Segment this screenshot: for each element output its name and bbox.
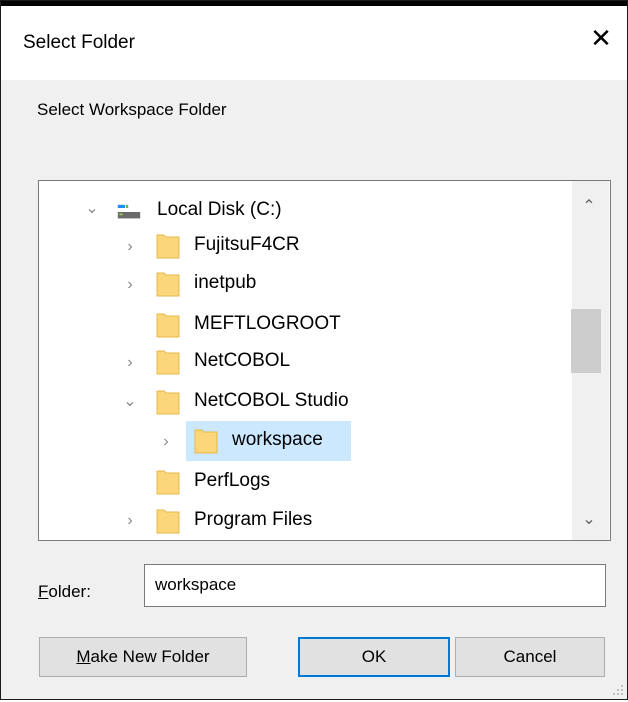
chevron-right-icon[interactable]: › — [123, 512, 137, 529]
folder-icon — [156, 349, 180, 375]
drive-icon — [117, 199, 147, 219]
folder-icon — [194, 428, 218, 454]
tree-item-label[interactable]: Program Files — [194, 509, 312, 531]
select-folder-dialog: Select Folder ✕ Select Workspace Folder … — [0, 0, 628, 700]
title-bar: Select Folder ✕ — [1, 6, 627, 80]
tree-item-label[interactable]: NetCOBOL — [194, 350, 290, 372]
chevron-right-icon[interactable]: › — [159, 433, 173, 450]
chevron-right-icon[interactable]: › — [123, 276, 137, 293]
folder-icon — [156, 271, 180, 297]
cancel-button[interactable]: Cancel — [455, 637, 605, 677]
chevron-right-icon[interactable]: › — [123, 238, 137, 255]
tree-root-label[interactable]: Local Disk (C:) — [157, 199, 282, 221]
tree-item-label[interactable]: FujitsuF4CR — [194, 234, 300, 256]
scroll-thumb[interactable] — [571, 309, 601, 373]
scroll-down-icon[interactable]: ⌄ — [575, 506, 603, 532]
chevron-down-icon[interactable]: ⌄ — [123, 393, 137, 410]
close-button[interactable]: ✕ — [579, 16, 623, 60]
tree-item-label[interactable]: NetCOBOL Studio — [194, 390, 349, 412]
make-new-folder-label: Make New Folder — [76, 647, 210, 666]
folder-icon — [156, 312, 180, 338]
chevron-right-icon[interactable]: › — [123, 354, 137, 371]
scroll-up-icon[interactable]: ⌃ — [575, 193, 603, 219]
instruction-text: Select Workspace Folder — [37, 100, 227, 119]
folder-tree[interactable]: ⌄ Local Disk (C:) › FujitsuF4CR › inetpu… — [38, 180, 611, 541]
folder-icon — [156, 233, 180, 259]
dialog-title: Select Folder — [23, 32, 135, 53]
folder-name-input[interactable]: workspace — [144, 564, 606, 607]
tree-item-label[interactable]: MEFTLOGROOT — [194, 313, 341, 335]
close-icon: ✕ — [590, 22, 612, 53]
folder-icon — [156, 389, 180, 415]
tree-item-label-selected[interactable]: workspace — [232, 429, 323, 451]
make-new-folder-button[interactable]: Make New Folder — [39, 637, 247, 677]
ok-button[interactable]: OK — [298, 637, 450, 677]
resize-grip-icon[interactable] — [609, 681, 625, 697]
tree-item-label[interactable]: PerfLogs — [194, 470, 270, 492]
folder-icon — [156, 469, 180, 495]
chevron-down-icon[interactable]: ⌄ — [85, 200, 99, 217]
tree-item-label[interactable]: inetpub — [194, 272, 256, 294]
folder-label: Folder: — [38, 582, 91, 601]
folder-icon — [156, 508, 180, 534]
